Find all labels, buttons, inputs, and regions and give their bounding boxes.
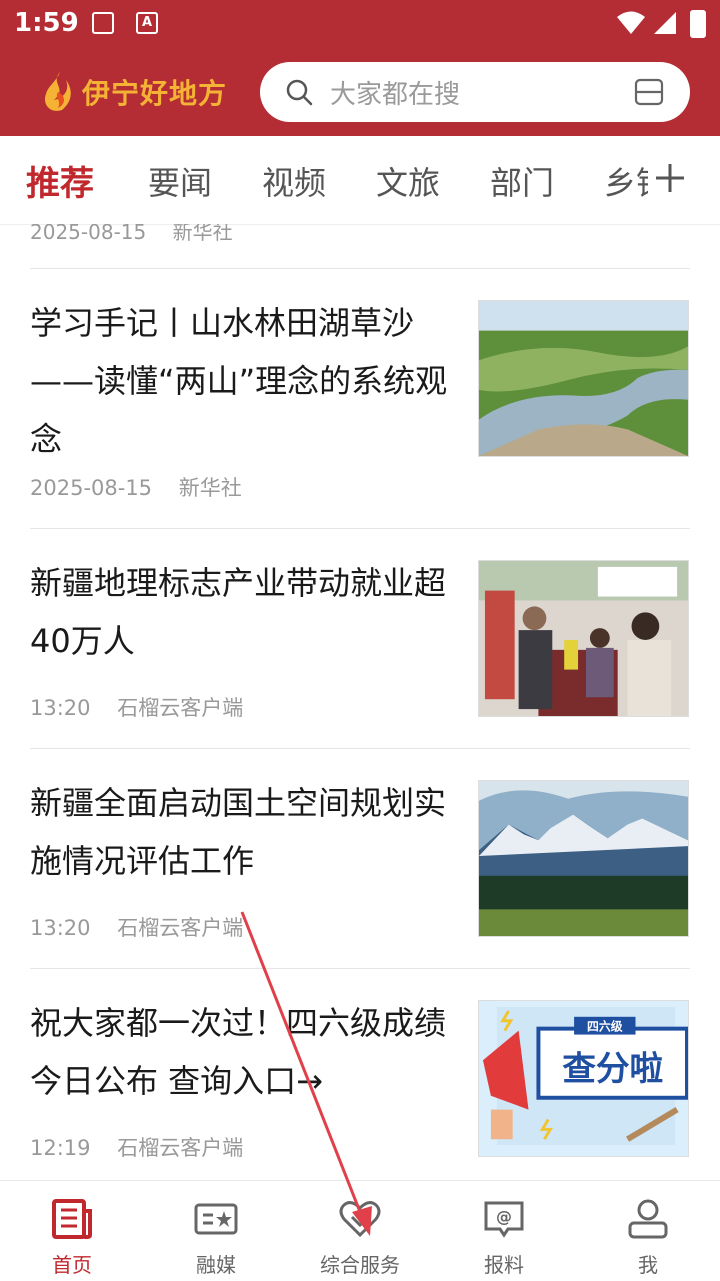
- tab-news[interactable]: 要闻: [148, 158, 212, 204]
- nav-label: 融媒: [196, 1253, 236, 1277]
- tab-recommend[interactable]: 推荐: [26, 156, 94, 205]
- app-header: 1:59 A 伊宁好地方 大家都在搜: [0, 0, 720, 136]
- nav-me[interactable]: 我: [576, 1181, 720, 1281]
- news-thumbnail[interactable]: 四六级 查分啦: [478, 1000, 689, 1157]
- profile-icon: [628, 1199, 668, 1239]
- battery-icon: [690, 10, 706, 38]
- search-icon: [286, 79, 313, 106]
- tab-departments[interactable]: 部门: [490, 158, 554, 204]
- news-title[interactable]: 学习手记丨山水林田湖草沙——读懂“两山”理念的系统观念: [30, 294, 450, 468]
- bottom-navigation: 首页 融媒 综合服务 @ 报料 我: [0, 1180, 720, 1281]
- tab-culture-tourism[interactable]: 文旅: [376, 158, 440, 204]
- nav-home[interactable]: 首页: [0, 1181, 144, 1281]
- news-source: 石榴云客户端: [117, 916, 244, 940]
- gallery-notification-icon: [92, 12, 114, 34]
- app-notification-icon: A: [136, 12, 158, 34]
- search-bar[interactable]: 大家都在搜: [260, 62, 690, 122]
- news-feed: 2025-08-15 新华社 学习手记丨山水林田湖草沙——读懂“两山”理念的系统…: [0, 224, 720, 1180]
- news-date: 13:20: [30, 916, 91, 940]
- news-date: 2025-08-15: [30, 224, 147, 244]
- nav-label: 综合服务: [320, 1253, 400, 1277]
- news-meta: 13:20 石榴云客户端: [30, 692, 243, 722]
- news-meta: 13:20 石榴云客户端: [30, 912, 243, 942]
- add-channel-icon[interactable]: [652, 160, 688, 196]
- nav-label: 我: [638, 1253, 658, 1277]
- news-item[interactable]: 学习手记丨山水林田湖草沙——读懂“两山”理念的系统观念 2025-08-15 新…: [0, 268, 720, 500]
- signal-icon: [654, 12, 676, 34]
- search-placeholder: 大家都在搜: [330, 79, 461, 110]
- news-source: 石榴云客户端: [117, 696, 244, 720]
- news-item[interactable]: 新疆地理标志产业带动就业超40万人 13:20 石榴云客户端: [0, 528, 720, 748]
- service-heart-icon: [339, 1201, 381, 1238]
- partial-item-meta: 2025-08-15 新华社: [30, 224, 253, 245]
- news-title[interactable]: 新疆全面启动国土空间规划实施情况评估工作: [30, 774, 450, 890]
- tab-video[interactable]: 视频: [262, 158, 326, 204]
- nav-report[interactable]: @ 报料: [432, 1181, 576, 1281]
- status-time: 1:59: [14, 8, 79, 38]
- news-source: 新华社: [172, 224, 233, 244]
- news-thumbnail[interactable]: [478, 560, 689, 717]
- nav-services[interactable]: 综合服务: [288, 1181, 432, 1281]
- nav-label: 报料: [484, 1253, 524, 1277]
- app-logo: 伊宁好地方: [40, 70, 227, 114]
- news-meta: 2025-08-15 新华社: [30, 472, 242, 502]
- news-icon: [52, 1199, 92, 1239]
- news-date: 12:19: [30, 1136, 91, 1160]
- news-thumbnail[interactable]: [478, 780, 689, 937]
- status-bar: 1:59 A: [0, 0, 720, 48]
- thumbnail-headline-text: 查分啦: [562, 1049, 663, 1088]
- news-date: 2025-08-15: [30, 476, 153, 500]
- tab-towns[interactable]: 乡镇: [604, 158, 648, 204]
- svg-text:@: @: [496, 1207, 512, 1226]
- report-icon: @: [484, 1201, 524, 1238]
- news-item[interactable]: 新疆全面启动国土空间规划实施情况评估工作 13:20 石榴云客户端: [0, 748, 720, 968]
- wifi-icon: [617, 11, 645, 34]
- news-source: 石榴云客户端: [117, 1136, 244, 1160]
- nav-label: 首页: [52, 1253, 92, 1277]
- news-thumbnail[interactable]: [478, 300, 689, 457]
- logo-flame-icon: [44, 72, 71, 111]
- news-date: 13:20: [30, 696, 91, 720]
- news-title[interactable]: 祝大家都一次过！四六级成绩今日公布 查询入口→: [30, 994, 450, 1110]
- scan-icon[interactable]: [634, 77, 664, 107]
- thumbnail-badge-text: 四六级: [587, 1020, 623, 1034]
- media-icon: [194, 1203, 238, 1235]
- nav-media[interactable]: 融媒: [144, 1181, 288, 1281]
- news-title[interactable]: 新疆地理标志产业带动就业超40万人: [30, 554, 450, 670]
- news-meta: 12:19 石榴云客户端: [30, 1132, 243, 1162]
- news-item[interactable]: 祝大家都一次过！四六级成绩今日公布 查询入口→ 12:19 石榴云客户端 四六级…: [0, 968, 720, 1180]
- news-source: 新华社: [178, 476, 242, 500]
- category-tabs: 推荐 要闻 视频 文旅 部门 乡镇: [0, 136, 720, 225]
- logo-text: 伊宁好地方: [82, 77, 228, 110]
